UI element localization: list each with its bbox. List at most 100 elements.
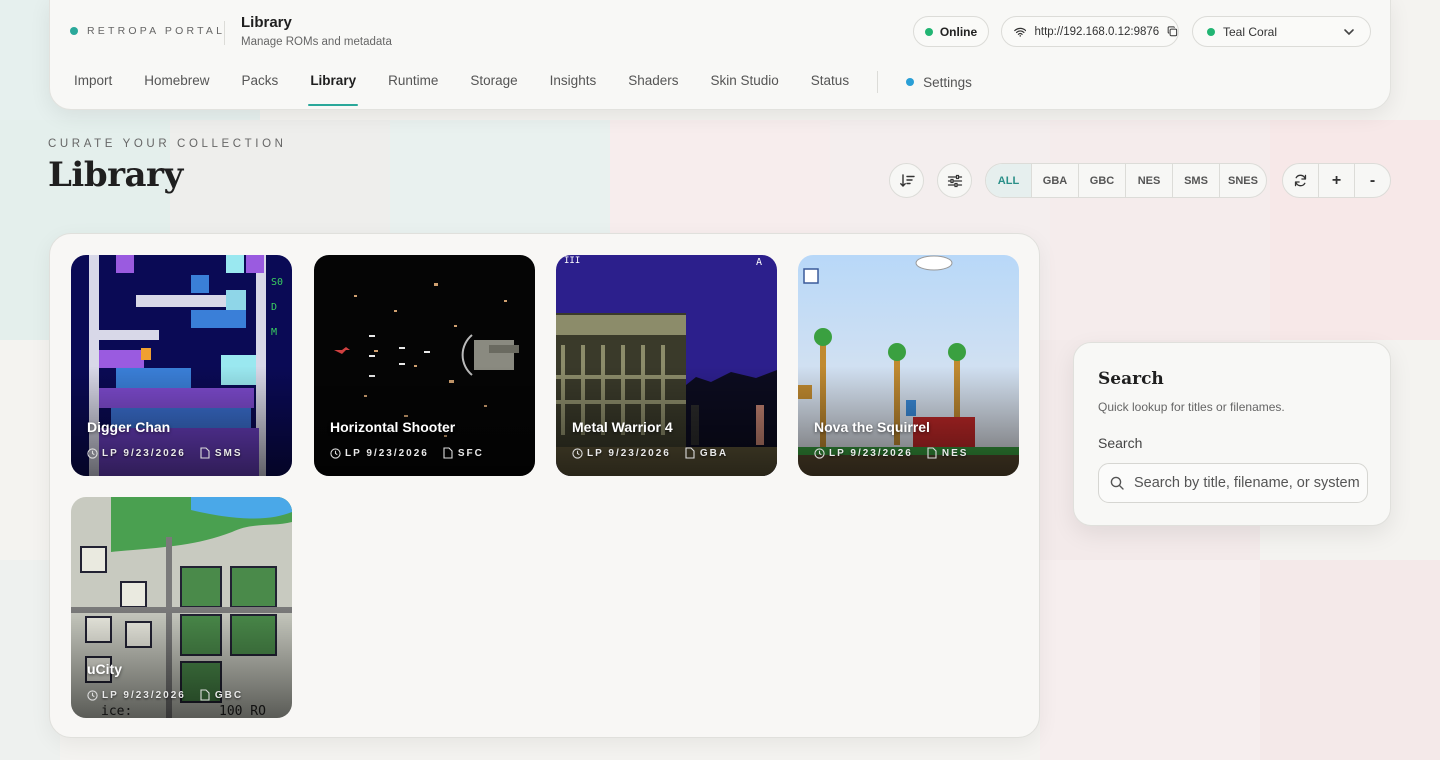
status-label: Online: [939, 24, 978, 39]
game-card[interactable]: Nova the Squirrel LP 9/23/2026 NES: [798, 255, 1019, 476]
game-meta: LP 9/23/2026 SFC: [330, 447, 484, 459]
nav-divider: [877, 71, 879, 93]
copy-icon[interactable]: [1167, 25, 1178, 38]
system-label-wrap: GBC: [200, 689, 243, 701]
last-played: LP 9/23/2026: [587, 447, 671, 459]
game-system: NES: [941, 447, 969, 459]
tab-runtime[interactable]: Runtime: [388, 73, 438, 92]
tab-import[interactable]: Import: [74, 73, 112, 92]
last-played: LP 9/23/2026: [345, 447, 429, 459]
tab-status[interactable]: Status: [811, 73, 849, 92]
main-nav: Import Homebrew Packs Library Runtime St…: [74, 71, 972, 106]
tab-storage[interactable]: Storage: [470, 73, 517, 92]
brand-name: RETROPA PORTAL: [87, 25, 226, 37]
game-meta: LP 9/23/2026 GBA: [572, 447, 728, 459]
game-title: Metal Warrior 4: [572, 419, 673, 435]
search-field-label: Search: [1098, 435, 1143, 451]
filter-all[interactable]: ALL: [986, 164, 1031, 197]
svg-text:A: A: [756, 257, 762, 268]
clock-icon: [87, 689, 98, 701]
connection-url-pill[interactable]: http://192.168.0.12:9876: [1001, 16, 1179, 47]
game-system: GBC: [214, 689, 244, 701]
refresh-button[interactable]: [1283, 164, 1318, 197]
connection-url: http://192.168.0.12:9876: [1034, 25, 1160, 38]
sort-button[interactable]: [889, 163, 924, 198]
tab-settings[interactable]: Settings: [906, 75, 972, 90]
tab-packs[interactable]: Packs: [242, 73, 279, 92]
game-system: SFC: [457, 447, 484, 459]
game-card[interactable]: S0 D M Digger Chan LP 9/23/2026 SMS: [71, 255, 292, 476]
sliders-icon: [947, 174, 962, 187]
system-label-wrap: SMS: [200, 447, 243, 459]
tab-library[interactable]: Library: [308, 73, 358, 106]
refresh-icon: [1294, 174, 1307, 187]
tab-settings-label: Settings: [923, 74, 972, 90]
settings-dot-icon: [906, 78, 915, 86]
system-filter: ALL GBA GBC NES SMS SNES: [985, 163, 1267, 198]
search-panel-title: Search: [1098, 369, 1164, 389]
brand: RETROPA PORTAL: [70, 25, 225, 37]
header-subtitle: Manage ROMs and metadata: [241, 36, 392, 48]
svg-text:M: M: [271, 327, 277, 338]
svg-text:S0: S0: [271, 277, 283, 288]
game-card[interactable]: Horizontal Shooter LP 9/23/2026 SFC: [314, 255, 535, 476]
header-title: Library: [241, 14, 292, 31]
wifi-icon: [1014, 27, 1027, 37]
view-controls: + -: [1282, 163, 1391, 198]
filter-gbc[interactable]: GBC: [1078, 164, 1125, 197]
search-input-wrap[interactable]: [1098, 463, 1368, 503]
filter-sms[interactable]: SMS: [1172, 164, 1219, 197]
last-played: LP 9/23/2026: [102, 447, 186, 459]
status-dot-icon: [924, 27, 933, 36]
top-header: RETROPA PORTAL Library Manage ROMs and m…: [49, 0, 1391, 110]
system-label-wrap: NES: [927, 447, 969, 459]
search-icon: [1110, 476, 1124, 490]
game-title: Nova the Squirrel: [814, 419, 930, 435]
game-meta: LP 9/23/2026 SMS: [87, 447, 243, 459]
game-card[interactable]: III A Metal Warrior 4 LP 9/23/2026 GBA: [556, 255, 777, 476]
tab-insights[interactable]: Insights: [550, 73, 597, 92]
file-icon: [685, 447, 695, 459]
game-system: SMS: [214, 447, 243, 459]
file-icon: [200, 689, 210, 701]
filter-gba[interactable]: GBA: [1031, 164, 1078, 197]
game-meta: LP 9/23/2026 GBC: [87, 689, 243, 701]
game-title: Horizontal Shooter: [330, 419, 456, 435]
svg-text:D: D: [271, 302, 277, 313]
filter-settings-button[interactable]: [937, 163, 972, 198]
library-grid: S0 D M Digger Chan LP 9/23/2026 SMS Hori…: [49, 233, 1040, 738]
file-icon: [200, 447, 210, 459]
status-badge: Online: [913, 16, 989, 47]
system-label-wrap: GBA: [685, 447, 728, 459]
file-icon: [443, 447, 453, 459]
chevron-down-icon: [1344, 29, 1354, 36]
search-panel: Search Quick lookup for titles or filena…: [1073, 342, 1391, 526]
theme-selected: Teal Coral: [1223, 24, 1278, 39]
filter-nes[interactable]: NES: [1125, 164, 1172, 197]
search-panel-description: Quick lookup for titles or filenames.: [1098, 400, 1285, 414]
zoom-out-button[interactable]: -: [1354, 164, 1390, 197]
page-eyebrow: CURATE YOUR COLLECTION: [48, 138, 287, 150]
file-icon: [927, 447, 937, 459]
game-title: Digger Chan: [87, 419, 171, 435]
sort-icon: [899, 173, 915, 187]
last-played: LP 9/23/2026: [829, 447, 913, 459]
brand-dot-icon: [70, 27, 78, 35]
theme-select[interactable]: Teal Coral: [1192, 16, 1371, 47]
clock-icon: [572, 447, 583, 459]
clock-icon: [330, 447, 341, 459]
tab-homebrew[interactable]: Homebrew: [144, 73, 209, 92]
tab-shaders[interactable]: Shaders: [628, 73, 678, 92]
clock-icon: [87, 447, 98, 459]
game-system: GBA: [699, 447, 729, 459]
zoom-in-button[interactable]: +: [1318, 164, 1354, 197]
tab-skin-studio[interactable]: Skin Studio: [711, 73, 779, 92]
game-card[interactable]: ice: 100 RO uCity LP 9/23/2026 GBC: [71, 497, 292, 718]
page-title: Library: [48, 155, 183, 195]
last-played: LP 9/23/2026: [102, 689, 186, 701]
game-meta: LP 9/23/2026 NES: [814, 447, 968, 459]
system-label-wrap: SFC: [443, 447, 484, 459]
game-title: uCity: [87, 661, 122, 677]
search-input[interactable]: [1134, 475, 1364, 491]
filter-snes[interactable]: SNES: [1219, 164, 1266, 197]
